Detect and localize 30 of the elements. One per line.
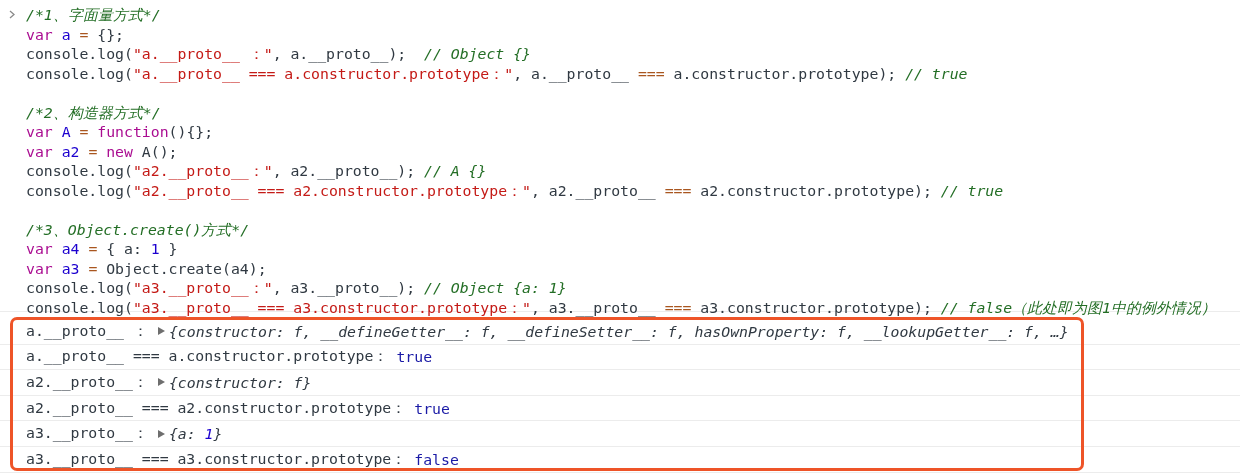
code-line: console.log("a2.__proto__：", a2.__proto__); // A {} — [26, 161, 487, 181]
code-line: console.log("a2.__proto__ === a2.constructor.prototype：", a2.__proto__ === a2.constructor.prototype); // true — [26, 180, 1004, 200]
code-line: var A = function(){}; — [26, 122, 214, 142]
boolean-value: false — [414, 450, 459, 468]
log-label: a2.__proto__： — [26, 373, 148, 392]
boolean-value: true — [414, 399, 450, 417]
code-line: console.log("a.__proto__ === a.constructor.prototype：", a.__proto__ === a.constructor.prototype); // true — [26, 63, 968, 83]
log-label: a3.__proto__： — [26, 424, 148, 444]
code-line: var a4 = { a: 1 } — [26, 239, 178, 259]
code-line: var a3 = Object.create(a4); — [26, 258, 267, 278]
log-label: a2.__proto__ === a2.constructor.prototype： — [26, 398, 407, 418]
object-preview[interactable]: {a: 1} — [168, 425, 223, 443]
object-preview[interactable]: {constructor: f} — [168, 374, 312, 391]
code-line: var a = {}; — [26, 24, 125, 44]
code-line: /*1、字面量方式*/ — [26, 5, 161, 25]
expand-triangle-icon[interactable] — [157, 327, 165, 336]
code-line: console.log("a3.__proto__ === a3.constructor.prototype：", a3.__proto__ === a3.constructor.prototype); // false（此处即为图1中的例外情况） — [26, 297, 1216, 317]
code-line: console.log("a.__proto__ ：", a.__proto__); // Object {} — [26, 44, 531, 64]
code-line: var a2 = new A(); — [26, 141, 178, 161]
expand-triangle-icon[interactable] — [157, 429, 165, 438]
boolean-value: true — [396, 348, 433, 366]
code-line: /*2、构造器方式*/ — [26, 102, 161, 122]
chevron-icon — [9, 10, 15, 19]
code-line: console.log("a3.__proto__：", a3.__proto__); // Object {a: 1} — [26, 278, 567, 298]
object-preview[interactable]: {constructor: f, __defineGetter__: f, __defineSetter__: f, hasOwnProperty: f, __lookupGetter__: f, …} — [168, 322, 1069, 340]
log-label: a.__proto__ === a.constructor.prototype： — [26, 347, 389, 367]
code-line: /*3、Object.create()方式*/ — [26, 219, 250, 239]
expand-triangle-icon[interactable] — [157, 378, 165, 387]
log-label: a3.__proto__ === a3.constructor.prototype： — [26, 449, 407, 469]
log-label: a.__proto__ ： — [26, 321, 148, 341]
